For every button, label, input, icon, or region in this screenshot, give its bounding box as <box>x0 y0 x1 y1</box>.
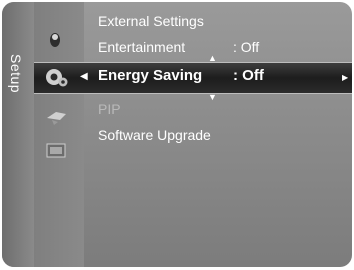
input-icon[interactable] <box>44 106 70 128</box>
menu-item-label: External Settings <box>98 13 204 29</box>
application-icon[interactable] <box>44 140 70 162</box>
value-down-arrow-icon[interactable]: ▼ <box>208 93 217 102</box>
menu-panel: Setup ◀ External Settings Entertainment … <box>2 2 352 267</box>
menu-item-entertainment[interactable]: Entertainment : Off <box>98 36 259 58</box>
menu-item-label: Energy Saving <box>98 67 203 84</box>
picture-icon[interactable] <box>44 28 70 50</box>
value-up-arrow-icon[interactable]: ▲ <box>208 54 217 63</box>
menu-item-label: Software Upgrade <box>98 127 211 143</box>
tab-setup-label: Setup <box>8 54 24 94</box>
menu-item-external-settings[interactable]: External Settings <box>98 10 204 32</box>
right-pointer-icon: ▶ <box>342 73 349 82</box>
category-tab: Setup <box>2 2 34 267</box>
menu-item-value: : Off <box>233 67 264 84</box>
menu-item-software-upgrade[interactable]: Software Upgrade <box>98 124 211 146</box>
menu-item-value: : Off <box>233 39 260 55</box>
menu-item-label: PIP <box>98 101 121 117</box>
tv-osd-menu: Setup ◀ External Settings Entertainment … <box>0 0 354 270</box>
menu-item-energy-saving[interactable]: Energy Saving : Off <box>98 65 264 87</box>
setup-gear-icon[interactable] <box>44 66 70 88</box>
menu-item-label: Entertainment <box>98 39 186 55</box>
menu-item-pip: PIP <box>98 98 121 120</box>
left-pointer-icon: ◀ <box>80 71 88 82</box>
